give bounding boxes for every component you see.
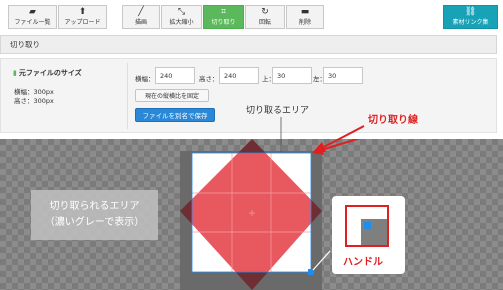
removed-area-line2: （濃いグレーで表示） bbox=[44, 217, 145, 228]
removed-area-note: 切り取られるエリア （濃いグレーで表示） bbox=[31, 190, 158, 240]
handle-callout-frame bbox=[345, 205, 389, 247]
handle-label: ハンドル bbox=[343, 257, 383, 268]
removed-area-line1: 切り取られるエリア bbox=[49, 201, 140, 212]
crop-line-arrow-overlay bbox=[313, 125, 365, 152]
handle-callout-knob bbox=[364, 222, 371, 229]
handle-callout: ハンドル bbox=[332, 196, 405, 274]
